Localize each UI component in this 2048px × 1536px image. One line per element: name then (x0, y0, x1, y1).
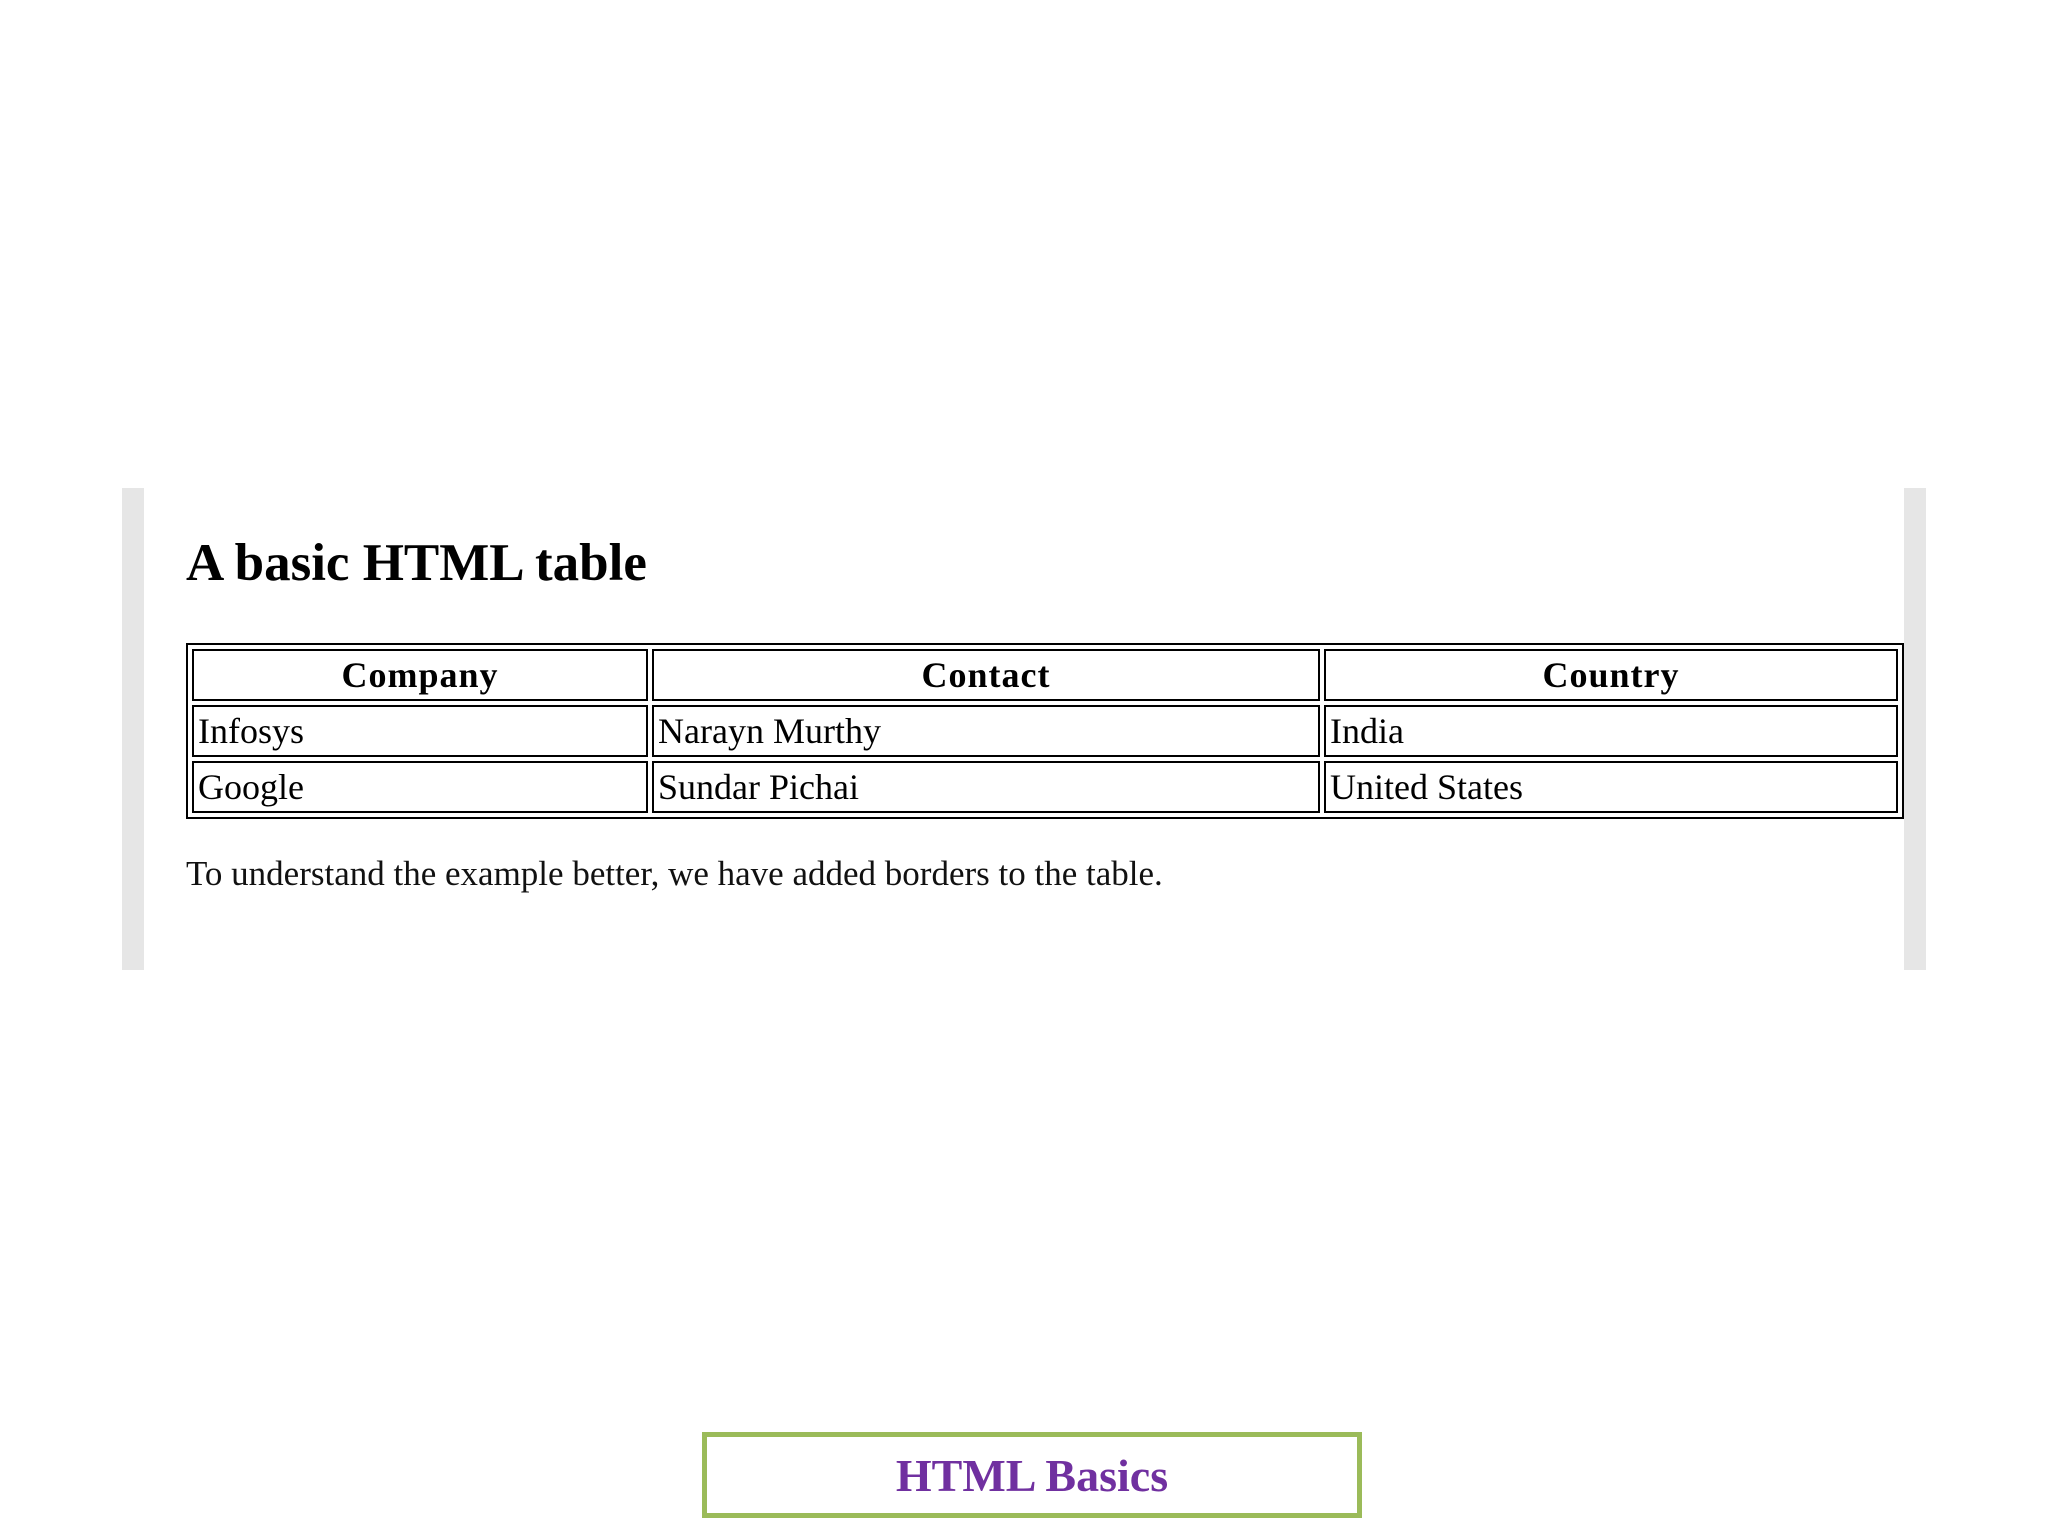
cell-country: United States (1324, 761, 1898, 813)
example-table: Company Contact Country Infosys Narayn M… (186, 643, 1904, 819)
cell-company: Google (192, 761, 648, 813)
page-heading: A basic HTML table (186, 534, 647, 592)
header-company: Company (192, 649, 648, 701)
cell-contact: Sundar Pichai (652, 761, 1320, 813)
table-row: Google Sundar Pichai United States (192, 761, 1898, 813)
browser-screenshot: A basic HTML table Company Contact Count… (122, 488, 1926, 970)
slide: A basic HTML table Company Contact Count… (0, 0, 2048, 1536)
cell-company: Infosys (192, 705, 648, 757)
table-row: Infosys Narayn Murthy India (192, 705, 1898, 757)
slide-title: HTML Basics (895, 1449, 1169, 1501)
header-contact: Contact (652, 649, 1320, 701)
table-note: To understand the example better, we hav… (186, 854, 1163, 893)
slide-title-box: HTML Basics (702, 1432, 1362, 1518)
header-country: Country (1324, 649, 1898, 701)
table-header-row: Company Contact Country (192, 649, 1898, 701)
cell-country: India (1324, 705, 1898, 757)
cell-contact: Narayn Murthy (652, 705, 1320, 757)
